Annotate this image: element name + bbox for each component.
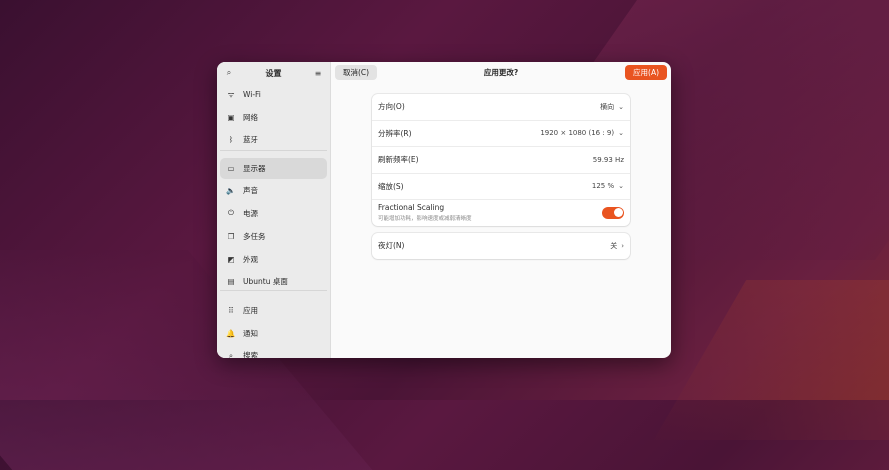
search-icon[interactable]: ⌕ bbox=[223, 67, 235, 79]
fractional-scaling-row: Fractional Scaling 可能增加功耗，影响速度或减弱清晰度 bbox=[372, 200, 630, 226]
resolution-label: 分辨率(R) bbox=[378, 128, 412, 138]
menu-icon[interactable]: ≡ bbox=[312, 67, 324, 79]
sidebar-item[interactable]: ▣ 网络 bbox=[220, 107, 327, 128]
chevron-down-icon: ⌄ bbox=[618, 102, 624, 111]
sidebar-item[interactable]: ⏻ 电源 bbox=[220, 203, 327, 224]
sidebar-divider bbox=[220, 290, 327, 291]
apps-icon: ⠿ bbox=[228, 305, 234, 315]
scale-label: 缩放(S) bbox=[378, 181, 404, 191]
sidebar-item-label: 应用 bbox=[243, 305, 258, 315]
night-light-card: 夜灯(N) 关 › bbox=[372, 233, 630, 259]
chevron-down-icon: ⌄ bbox=[618, 129, 624, 138]
sidebar-item-label: 电源 bbox=[243, 208, 258, 218]
chevron-right-icon: › bbox=[621, 241, 624, 250]
network-icon: ▣ bbox=[227, 112, 235, 122]
apply-button[interactable]: 应用(A) bbox=[625, 64, 667, 80]
night-light-value: 关 bbox=[610, 241, 618, 250]
display-settings-card: 方向(O) 横向 ⌄ 分辨率(R) 1920 × 1080 (16 : 9) ⌄ 刷… bbox=[372, 94, 630, 226]
resolution-value: 1920 × 1080 (16 : 9) bbox=[540, 129, 615, 138]
refresh-rate-row: 刷新频率(E) 59.93 Hz bbox=[372, 147, 630, 174]
resolution-row[interactable]: 分辨率(R) 1920 × 1080 (16 : 9) ⌄ bbox=[372, 121, 630, 147]
sidebar-item[interactable]: ⌕ 搜索 bbox=[220, 345, 327, 359]
fractional-scaling-toggle[interactable] bbox=[602, 206, 624, 219]
fractional-scaling-subtitle: 可能增加功耗，影响速度或减弱清晰度 bbox=[378, 216, 472, 223]
multitasking-icon: ❐ bbox=[227, 231, 235, 241]
chevron-down-icon: ⌄ bbox=[618, 182, 624, 191]
sidebar-item-label: Wi-Fi bbox=[243, 90, 261, 99]
scale-row[interactable]: 缩放(S) 125 % ⌄ bbox=[372, 174, 630, 200]
scale-value: 125 % bbox=[591, 182, 615, 191]
sidebar-item-label: 声音 bbox=[243, 186, 258, 195]
fractional-scaling-label: Fractional Scaling bbox=[378, 203, 445, 213]
orientation-value: 横向 bbox=[600, 102, 615, 111]
orientation-row[interactable]: 方向(O) 横向 ⌄ bbox=[372, 94, 630, 121]
orientation-label: 方向(O) bbox=[378, 102, 405, 112]
sidebar-item[interactable]: ◩ 外观 bbox=[220, 249, 327, 270]
bell-icon: 🔔 bbox=[226, 328, 236, 338]
sidebar-title: 设置 bbox=[265, 68, 282, 78]
wallpaper-shape bbox=[653, 280, 889, 440]
sound-icon: 🔈 bbox=[226, 186, 236, 195]
search-icon: ⌕ bbox=[228, 350, 234, 359]
sidebar-item[interactable]: ⠿ 应用 bbox=[220, 300, 327, 321]
sidebar-item-label: 搜索 bbox=[243, 351, 258, 358]
bluetooth-icon: ᛒ bbox=[228, 135, 234, 144]
main-panel: 取消(C) 应用更改? 应用(A) 方向(O) 横向 ⌄ 分辨率(R) 1920 … bbox=[331, 62, 671, 358]
sidebar-item-label: 显示器 bbox=[243, 163, 266, 173]
sidebar-item[interactable]: ᯤ Wi-Fi bbox=[220, 84, 327, 105]
wifi-icon: ᯤ bbox=[227, 89, 235, 99]
sidebar-divider bbox=[220, 149, 327, 151]
sidebar-item-label: 网络 bbox=[243, 112, 258, 122]
sidebar-item-label: 多任务 bbox=[243, 231, 266, 241]
sidebar-item[interactable]: ▤ Ubuntu 桌面 bbox=[220, 271, 327, 292]
sidebar-item-label: 外观 bbox=[243, 254, 258, 264]
ubuntu-desktop-icon: ▤ bbox=[227, 277, 235, 286]
header-bar: 取消(C) 应用更改? 应用(A) bbox=[331, 62, 671, 82]
refresh-rate-label: 刷新频率(E) bbox=[378, 155, 419, 165]
sidebar-item-label: Ubuntu 桌面 bbox=[243, 277, 288, 286]
appearance-icon: ◩ bbox=[227, 254, 235, 264]
settings-window: ⌕ 设置 ≡ ᯤ Wi-Fi ▣ 网络 ᛒ 蓝牙 ▭ 显示器 🔈 声音 ⏻ 电源 ❐ 多任务 ◩ 外观 ▤ Ubu… bbox=[217, 62, 671, 358]
sidebar-item-label: 蓝牙 bbox=[243, 135, 258, 144]
sidebar-item[interactable]: 🔔 通知 bbox=[220, 323, 327, 344]
toggle-knob bbox=[613, 208, 623, 218]
night-light-label: 夜灯(N) bbox=[378, 241, 405, 251]
sidebar: ⌕ 设置 ≡ ᯤ Wi-Fi ▣ 网络 ᛒ 蓝牙 ▭ 显示器 🔈 声音 ⏻ 电源 ❐ 多任务 ◩ 外观 ▤ Ubu… bbox=[217, 62, 331, 358]
sidebar-item[interactable]: ᛒ 蓝牙 bbox=[220, 129, 327, 150]
refresh-rate-value: 59.93 Hz bbox=[592, 155, 624, 164]
sidebar-item[interactable]: 🔈 声音 bbox=[220, 180, 327, 201]
sidebar-item[interactable]: ❐ 多任务 bbox=[220, 226, 327, 247]
cancel-button[interactable]: 取消(C) bbox=[335, 64, 378, 80]
night-light-row[interactable]: 夜灯(N) 关 › bbox=[372, 233, 630, 259]
sidebar-header: ⌕ 设置 ≡ bbox=[217, 63, 330, 83]
page-title: 应用更改? bbox=[483, 67, 519, 77]
power-icon: ⏻ bbox=[228, 208, 234, 217]
sidebar-item-label: 通知 bbox=[243, 328, 258, 338]
sidebar-item[interactable]: ▭ 显示器 bbox=[220, 157, 327, 179]
display-icon: ▭ bbox=[227, 163, 235, 173]
